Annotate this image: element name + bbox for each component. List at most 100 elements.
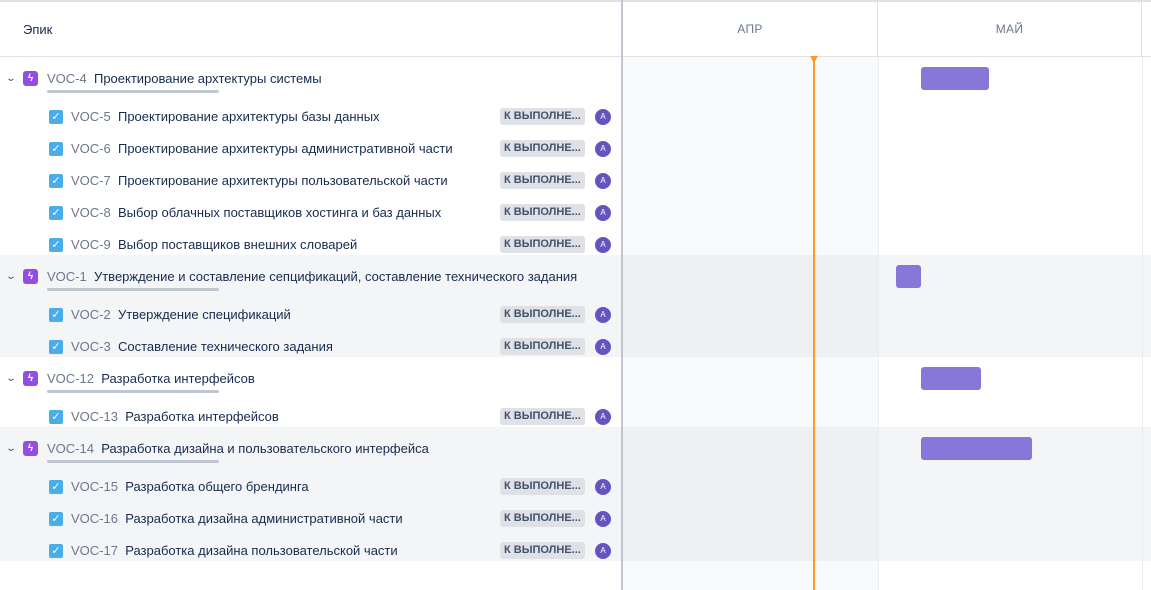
- lightning-icon: ϟ: [23, 441, 38, 456]
- epic-row[interactable]: VOC-14 Разработка дизайна и пользователь…: [47, 441, 429, 456]
- avatar[interactable]: А: [595, 479, 611, 495]
- checkbox-icon: ✓: [49, 480, 63, 494]
- task-row[interactable]: VOC-3 Составление технического задания: [71, 339, 333, 354]
- timeline-header: АПР МАЙ: [623, 0, 1151, 57]
- avatar[interactable]: А: [595, 511, 611, 527]
- checkbox-icon: ✓: [49, 410, 63, 424]
- task-row[interactable]: VOC-15 Разработка общего брендинга: [71, 479, 309, 494]
- epic-key: VOC-12: [47, 371, 94, 386]
- epic-group: ⌄ ϟ VOC-4 Проектирование архтектуры систем…: [0, 57, 1151, 255]
- checkbox-icon: ✓: [49, 174, 63, 188]
- checkbox-icon: ✓: [49, 512, 63, 526]
- checkbox-icon: ✓: [49, 206, 63, 220]
- lightning-icon: ϟ: [23, 71, 38, 86]
- chevron-down-icon[interactable]: ⌄: [3, 373, 19, 385]
- status-badge[interactable]: К ВЫПОЛНЕ...: [500, 108, 585, 125]
- status-badge[interactable]: К ВЫПОЛНЕ...: [500, 204, 585, 221]
- task-key: VOC-17: [71, 543, 118, 558]
- avatar[interactable]: А: [595, 109, 611, 125]
- epic-progress-bar: [47, 90, 219, 93]
- task-key: VOC-5: [71, 109, 111, 124]
- avatar[interactable]: А: [595, 141, 611, 157]
- status-badge[interactable]: К ВЫПОЛНЕ...: [500, 140, 585, 157]
- today-marker: [813, 57, 815, 590]
- epic-summary: Разработка интерфейсов: [101, 371, 255, 386]
- epic-row[interactable]: VOC-4 Проектирование архтектуры системы: [47, 71, 322, 86]
- month-gridline: [1142, 57, 1143, 590]
- task-key: VOC-2: [71, 307, 111, 322]
- task-key: VOC-9: [71, 237, 111, 252]
- task-key: VOC-3: [71, 339, 111, 354]
- epic-summary: Утверждение и составление сепцификаций, …: [93, 269, 578, 284]
- month-may: МАЙ: [878, 2, 1142, 57]
- avatar[interactable]: А: [595, 339, 611, 355]
- avatar[interactable]: А: [595, 173, 611, 189]
- task-key: VOC-13: [71, 409, 118, 424]
- task-row[interactable]: VOC-16 Разработка дизайна административн…: [71, 511, 403, 526]
- timeline-month-shade: [623, 57, 878, 590]
- task-summary: Выбор облачных поставщиков хостинга и ба…: [117, 205, 442, 220]
- avatar[interactable]: А: [595, 205, 611, 221]
- month-gridline: [878, 57, 879, 590]
- roadmap: Эпик АПР МАЙ ⌄ ϟ VOC-4 Проектирование архт…: [0, 0, 1151, 590]
- list-timeline-divider[interactable]: [621, 0, 623, 590]
- status-badge[interactable]: К ВЫПОЛНЕ...: [500, 478, 585, 495]
- avatar[interactable]: А: [595, 307, 611, 323]
- task-row[interactable]: VOC-7 Проектирование архитектуры пользов…: [71, 173, 448, 188]
- avatar[interactable]: А: [595, 409, 611, 425]
- checkbox-icon: ✓: [49, 544, 63, 558]
- avatar[interactable]: А: [595, 237, 611, 253]
- task-summary: Проектирование архитектуры административ…: [117, 141, 453, 156]
- checkbox-icon: ✓: [49, 340, 63, 354]
- chevron-down-icon[interactable]: ⌄: [3, 443, 19, 455]
- status-badge[interactable]: К ВЫПОЛНЕ...: [500, 542, 585, 559]
- today-marker-icon: [810, 56, 818, 63]
- task-summary: Разработка общего брендинга: [125, 479, 309, 494]
- checkbox-icon: ✓: [49, 110, 63, 124]
- task-row[interactable]: VOC-5 Проектирование архитектуры базы да…: [71, 109, 380, 124]
- task-row[interactable]: VOC-8 Выбор облачных поставщиков хостинг…: [71, 205, 441, 220]
- chevron-down-icon[interactable]: ⌄: [3, 73, 19, 85]
- status-badge[interactable]: К ВЫПОЛНЕ...: [500, 306, 585, 323]
- task-summary: Проектирование архитектуры базы данных: [117, 109, 380, 124]
- task-summary: Разработка интерфейсов: [125, 409, 279, 424]
- task-summary: Утверждение спецификаций: [117, 307, 291, 322]
- epic-summary: Проектирование архтектуры системы: [93, 71, 322, 86]
- epic-row[interactable]: VOC-1 Утверждение и составление сепцифик…: [47, 269, 577, 284]
- epic-timeline-bar[interactable]: [896, 265, 921, 288]
- status-badge[interactable]: К ВЫПОЛНЕ...: [500, 172, 585, 189]
- list-header-label: Эпик: [23, 22, 53, 37]
- month-apr: АПР: [623, 2, 878, 57]
- epic-row[interactable]: VOC-12 Разработка интерфейсов: [47, 371, 255, 386]
- task-summary: Выбор поставщиков внешних словарей: [117, 237, 358, 252]
- task-summary: Проектирование архитектуры пользовательс…: [117, 173, 448, 188]
- epic-progress-bar: [47, 288, 219, 291]
- checkbox-icon: ✓: [49, 142, 63, 156]
- task-row[interactable]: VOC-13 Разработка интерфейсов: [71, 409, 279, 424]
- task-key: VOC-15: [71, 479, 118, 494]
- task-row[interactable]: VOC-6 Проектирование архитектуры админис…: [71, 141, 453, 156]
- lightning-icon: ϟ: [23, 269, 38, 284]
- task-row[interactable]: VOC-9 Выбор поставщиков внешних словарей: [71, 237, 357, 252]
- task-summary: Составление технического задания: [117, 339, 333, 354]
- epic-group: ⌄ ϟ VOC-1 Утверждение и составление сепциф…: [0, 255, 1151, 357]
- epic-group: ⌄ ϟ VOC-14 Разработка дизайна и пользовате…: [0, 427, 1151, 561]
- epic-timeline-bar[interactable]: [921, 67, 989, 90]
- list-header: Эпик: [0, 0, 621, 57]
- status-badge[interactable]: К ВЫПОЛНЕ...: [500, 510, 585, 527]
- status-badge[interactable]: К ВЫПОЛНЕ...: [500, 236, 585, 253]
- lightning-icon: ϟ: [23, 371, 38, 386]
- task-key: VOC-16: [71, 511, 118, 526]
- epic-key: VOC-4: [47, 71, 87, 86]
- task-row[interactable]: VOC-2 Утверждение спецификаций: [71, 307, 291, 322]
- task-key: VOC-6: [71, 141, 111, 156]
- epic-group: ⌄ ϟ VOC-12 Разработка интерфейсов ✓ VOC-13 Р…: [0, 357, 1151, 427]
- epic-timeline-bar[interactable]: [921, 367, 981, 390]
- status-badge[interactable]: К ВЫПОЛНЕ...: [500, 338, 585, 355]
- avatar[interactable]: А: [595, 543, 611, 559]
- status-badge[interactable]: К ВЫПОЛНЕ...: [500, 408, 585, 425]
- epic-timeline-bar[interactable]: [921, 437, 1032, 460]
- epic-summary: Разработка дизайна и пользовательского и…: [101, 441, 429, 456]
- chevron-down-icon[interactable]: ⌄: [3, 271, 19, 283]
- task-row[interactable]: VOC-17 Разработка дизайна пользовательск…: [71, 543, 398, 558]
